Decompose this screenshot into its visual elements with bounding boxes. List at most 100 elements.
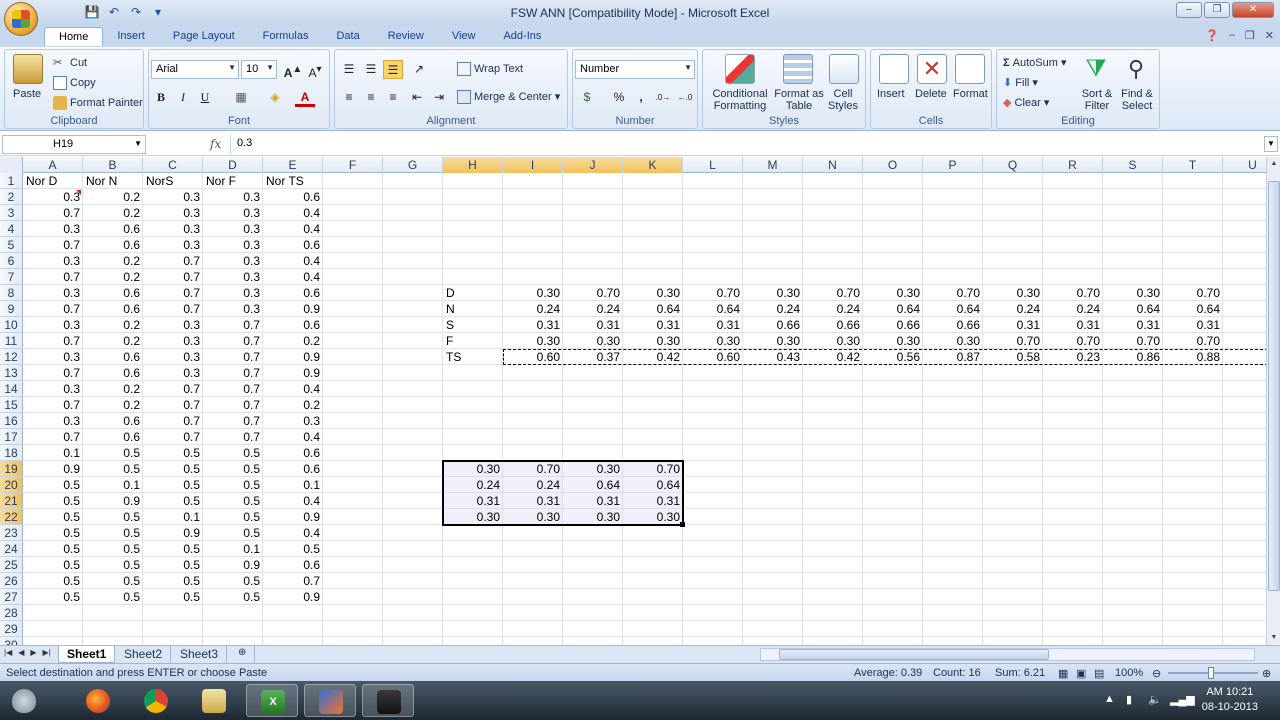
table-cell[interactable]: 0.5 (83, 541, 143, 557)
table-cell[interactable]: 0.9 (23, 461, 83, 477)
selected-cell[interactable]: 0.30 (443, 461, 503, 477)
transposed-cell[interactable]: 0.70 (1043, 285, 1103, 301)
expand-formula-bar-icon[interactable]: ▼ (1264, 136, 1278, 152)
table-cell[interactable]: 0.7 (143, 269, 203, 285)
table-cell[interactable]: 0.3 (143, 189, 203, 205)
table-cell[interactable]: 0.5 (83, 573, 143, 589)
align-right-icon[interactable]: ≡ (383, 88, 403, 107)
binoculars-icon[interactable]: ⚲ (1121, 54, 1151, 84)
table-cell[interactable]: 0.7 (23, 333, 83, 349)
transposed-cell[interactable]: 0.30 (683, 333, 743, 349)
row-header-17[interactable]: 17 (0, 429, 23, 445)
comma-button[interactable]: , (631, 88, 651, 107)
column-header-d[interactable]: D (203, 157, 263, 173)
transposed-cell[interactable]: 0 (1223, 317, 1266, 333)
table-cell[interactable]: 0.4 (263, 253, 323, 269)
transposed-label-cell[interactable]: N (443, 301, 503, 317)
table-cell[interactable]: 0.5 (203, 493, 263, 509)
zoom-level[interactable]: 100% (1115, 667, 1143, 679)
help-icon[interactable]: ❓ (1205, 29, 1219, 42)
column-header-b[interactable]: B (83, 157, 143, 173)
transposed-cell[interactable]: 0.70 (1103, 333, 1163, 349)
clear-button[interactable]: ◆ Clear ▾ (1003, 96, 1049, 109)
table-cell[interactable]: 0.4 (263, 269, 323, 285)
restore-button[interactable]: ❐ (1204, 2, 1230, 18)
insert-button[interactable]: Insert (877, 88, 905, 100)
table-cell[interactable]: 0.6 (83, 429, 143, 445)
table-cell[interactable]: 0.5 (23, 509, 83, 525)
column-header-r[interactable]: R (1043, 157, 1103, 173)
tab-insert[interactable]: Insert (103, 27, 159, 46)
row-header-25[interactable]: 25 (0, 557, 23, 573)
vertical-scroll-thumb[interactable] (1268, 181, 1280, 591)
prev-sheet-icon[interactable]: ◀ (18, 648, 24, 657)
table-cell[interactable]: 0.9 (143, 525, 203, 541)
selected-cell[interactable]: 0.30 (503, 509, 563, 525)
table-cell[interactable]: 0.3 (203, 189, 263, 205)
column-header-g[interactable]: G (383, 157, 443, 173)
table-cell[interactable]: 0.7 (23, 429, 83, 445)
zoom-in-icon[interactable]: ⊕ (1262, 667, 1271, 680)
zoom-slider-thumb[interactable] (1208, 667, 1214, 679)
row-header-24[interactable]: 24 (0, 541, 23, 557)
align-top-icon[interactable]: ☰ (339, 60, 359, 79)
selected-cell[interactable]: 0.64 (623, 477, 683, 493)
transposed-label-cell[interactable]: TS (443, 349, 503, 365)
transposed-cell[interactable]: 0.30 (983, 285, 1043, 301)
next-sheet-icon[interactable]: ▶ (30, 648, 36, 657)
table-cell[interactable]: 0.7 (143, 381, 203, 397)
transposed-cell[interactable]: 0 (1223, 333, 1266, 349)
row-header-18[interactable]: 18 (0, 445, 23, 461)
table-cell[interactable]: 0.1 (23, 445, 83, 461)
header-cell[interactable]: Nor N (83, 173, 143, 189)
table-cell[interactable]: 0.2 (83, 333, 143, 349)
taskbar-explorer[interactable] (188, 684, 240, 717)
row-header-21[interactable]: 21 (0, 493, 23, 509)
transposed-cell[interactable]: 0.24 (563, 301, 623, 317)
table-cell[interactable]: 0.6 (83, 349, 143, 365)
row-header-26[interactable]: 26 (0, 573, 23, 589)
transposed-cell[interactable]: 0.24 (983, 301, 1043, 317)
column-header-n[interactable]: N (803, 157, 863, 173)
table-cell[interactable]: 0.9 (263, 349, 323, 365)
table-cell[interactable]: 0.5 (23, 557, 83, 573)
table-cell[interactable]: 0.3 (203, 205, 263, 221)
cell-area[interactable]: Nor D Nor N NorS Nor F Nor TS 0.3 0.2 0.3 0.3 0.6… (23, 173, 1266, 645)
paste-icon[interactable] (13, 54, 43, 84)
table-cell[interactable]: 0.6 (83, 237, 143, 253)
borders-icon[interactable]: ▦ (231, 88, 251, 107)
row-header-15[interactable]: 15 (0, 397, 23, 413)
table-cell[interactable]: 0.2 (263, 397, 323, 413)
sort-filter-button[interactable]: Sort & Filter (1077, 88, 1117, 112)
row-header-11[interactable]: 11 (0, 333, 23, 349)
table-cell[interactable]: 0.5 (83, 461, 143, 477)
table-cell[interactable]: 0.6 (263, 317, 323, 333)
table-cell[interactable]: 0.5 (263, 541, 323, 557)
format-cells-icon[interactable] (955, 54, 985, 84)
table-cell[interactable]: 0.4 (263, 205, 323, 221)
column-header-a[interactable]: A (23, 157, 83, 173)
table-cell[interactable]: 0.5 (143, 541, 203, 557)
cell-styles-button[interactable]: Cell Styles (823, 88, 863, 112)
table-cell[interactable]: 0.5 (143, 573, 203, 589)
paste-button[interactable]: Paste (13, 88, 41, 100)
transposed-cell[interactable]: 0.30 (623, 285, 683, 301)
wrap-text-button[interactable]: Wrap Text (457, 62, 523, 76)
table-cell[interactable]: 0.6 (263, 445, 323, 461)
row-header-8[interactable]: 8 (0, 285, 23, 301)
table-cell[interactable]: 0.3 (143, 237, 203, 253)
table-cell[interactable]: 0.4 (263, 525, 323, 541)
selected-cell[interactable]: 0.30 (563, 509, 623, 525)
transposed-cell[interactable]: 0.64 (1103, 301, 1163, 317)
conditional-formatting-icon[interactable] (725, 54, 755, 84)
transposed-cell[interactable]: 0.64 (623, 301, 683, 317)
first-sheet-icon[interactable]: |◀ (4, 648, 12, 657)
table-cell[interactable]: 0.5 (203, 525, 263, 541)
transposed-cell[interactable]: 0.64 (1163, 301, 1223, 317)
column-header-u[interactable]: U (1223, 157, 1266, 173)
table-cell[interactable]: 0.3 (143, 365, 203, 381)
align-left-icon[interactable]: ≡ (339, 88, 359, 107)
error-indicator-icon[interactable] (76, 190, 81, 195)
table-cell[interactable]: 0.5 (203, 477, 263, 493)
transposed-cell[interactable]: 0.70 (803, 285, 863, 301)
